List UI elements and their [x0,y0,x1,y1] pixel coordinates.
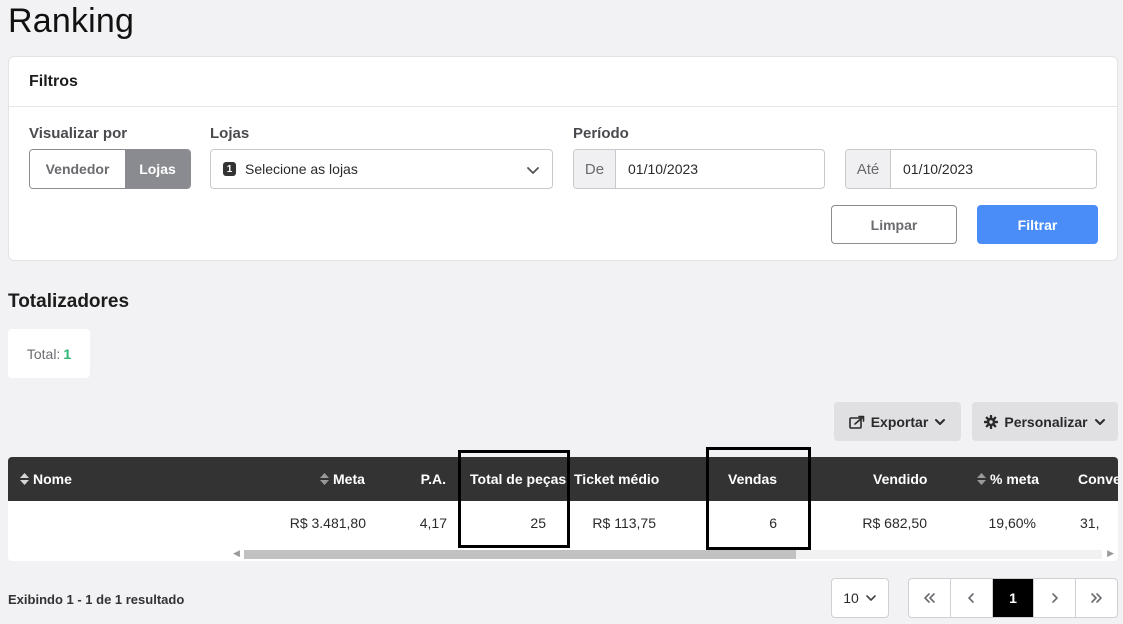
cell-conversao: 31, [1080,515,1100,531]
cell-meta: R$ 3.481,80 [289,515,366,531]
period-from-field[interactable]: De 01/10/2023 [573,149,825,189]
customize-button[interactable]: Personalizar [972,402,1118,441]
column-header-total-pecas[interactable]: Total de peças [470,457,566,501]
column-header-pct-meta-label: % meta [990,471,1040,487]
filters-panel: Filtros Visualizar por Vendedor Lojas Lo… [8,56,1118,261]
last-page-button[interactable] [1076,579,1117,617]
view-by-lojas-option[interactable]: Lojas [125,150,190,188]
double-chevron-left-icon [924,593,936,603]
stores-count-badge: 1 [223,162,236,176]
scroll-right-arrow-icon[interactable]: ▶ [1107,548,1114,559]
column-header-ticket-medio[interactable]: Ticket médio [574,457,659,501]
export-icon [848,415,865,429]
scrollbar-thumb[interactable] [244,550,796,559]
period-label: Período [573,125,629,142]
page-size-select[interactable]: 10 [831,578,889,618]
total-value: 1 [63,345,72,362]
horizontal-scrollbar[interactable]: ◀ ▶ [228,545,1118,561]
chevron-down-icon [1094,418,1105,425]
period-to-prefix: Até [846,150,891,188]
filters-title: Filtros [9,57,1117,107]
export-label: Exportar [870,413,929,430]
column-header-pa[interactable]: P.A. [421,457,446,501]
chevron-left-icon [968,593,974,603]
export-button[interactable]: Exportar [834,402,961,441]
page-size-value: 10 [843,590,859,606]
cell-ticket-medio: R$ 113,75 [592,515,656,531]
view-by-vendedor-option[interactable]: Vendedor [30,150,125,188]
chevron-down-icon [935,418,946,425]
period-to-input[interactable]: 01/10/2023 [891,150,1096,188]
column-header-nome-label: Nome [33,471,72,487]
column-header-pct-meta[interactable]: % meta [977,457,1039,501]
column-header-vendido[interactable]: Vendido [873,457,927,501]
period-to-field[interactable]: Até 01/10/2023 [845,149,1097,189]
chevron-down-icon [527,167,539,174]
filter-button[interactable]: Filtrar [977,205,1098,244]
cell-vendido: R$ 682,50 [862,515,927,531]
period-from-prefix: De [574,150,616,188]
cell-vendas: 6 [769,515,777,531]
pagination: 1 [908,578,1118,618]
column-header-meta[interactable]: Meta [320,457,365,501]
sort-icon [20,473,29,485]
stores-select-placeholder: Selecione as lojas [245,161,358,177]
column-header-nome[interactable]: Nome [20,457,72,501]
page-title: Ranking [8,2,135,40]
double-chevron-right-icon [1090,593,1102,603]
view-by-toggle: Vendedor Lojas [29,149,191,189]
first-page-button[interactable] [909,579,951,617]
cell-total-pecas: 25 [530,515,546,531]
chevron-right-icon [1051,593,1058,603]
cell-pct-meta: 19,60% [988,515,1036,531]
cell-pa: 4,17 [419,515,447,531]
table-header: Nome Meta P.A. Total de peças Ticket méd… [8,457,1118,501]
chevron-down-icon [865,595,876,601]
stores-label: Lojas [210,125,250,142]
column-header-meta-label: Meta [333,471,365,487]
prev-page-button[interactable] [951,579,993,617]
clear-button[interactable]: Limpar [831,205,957,244]
sort-icon [977,473,986,485]
result-info: Exibindo 1 - 1 de 1 resultado [8,592,185,607]
scroll-left-arrow-icon[interactable]: ◀ [233,548,240,559]
page-button-current[interactable]: 1 [992,579,1035,617]
period-from-input[interactable]: 01/10/2023 [616,150,824,188]
gear-icon [984,414,999,429]
stores-select[interactable]: 1 Selecione as lojas [210,149,553,189]
totals-title: Totalizadores [8,291,130,312]
ranking-table: Nome Meta P.A. Total de peças Ticket méd… [8,457,1118,561]
column-header-vendas[interactable]: Vendas [728,457,777,501]
customize-label: Personalizar [1004,413,1088,430]
sort-icon [320,473,329,485]
view-by-label: Visualizar por [29,125,128,142]
column-header-conversao[interactable]: Conve [1078,457,1118,501]
total-card: Total: 1 [8,329,90,378]
total-label: Total: [26,345,61,362]
next-page-button[interactable] [1034,579,1077,617]
